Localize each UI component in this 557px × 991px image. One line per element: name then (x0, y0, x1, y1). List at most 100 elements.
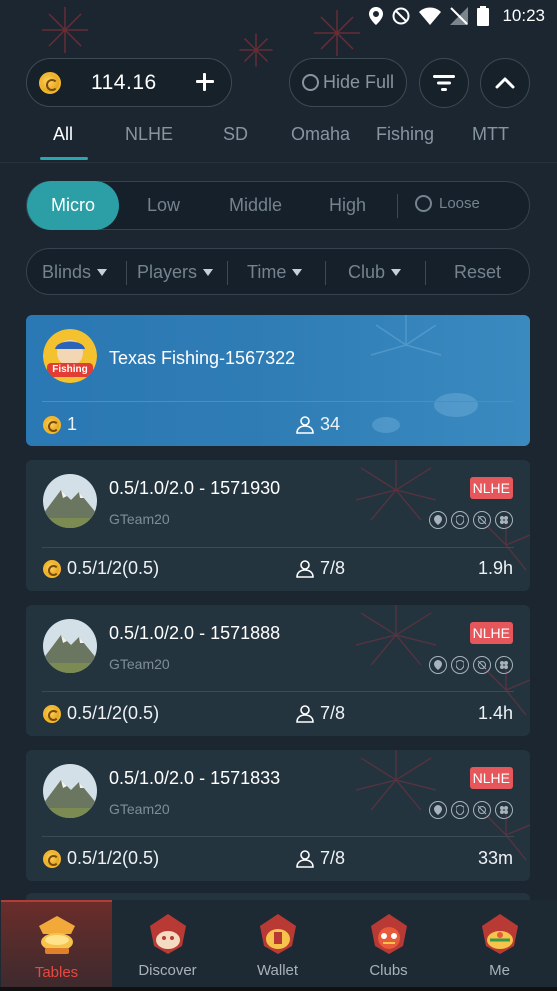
club-avatar (43, 619, 97, 673)
signal-icon (450, 7, 469, 25)
player-count-value: 7/8 (320, 703, 346, 723)
clock: 10:23 (502, 6, 545, 25)
tab-omaha[interactable]: Omaha (291, 124, 350, 145)
club-avatar (43, 764, 97, 818)
level-middle[interactable]: Middle (229, 195, 282, 216)
divider (397, 194, 398, 218)
nav-discover[interactable]: Discover (112, 900, 223, 987)
club-avatar (43, 474, 97, 528)
tab-fishing[interactable]: Fishing (376, 124, 434, 145)
person-icon (296, 559, 314, 578)
filter-bar: Blinds Players Time Club Reset (26, 248, 530, 295)
radio-icon (415, 195, 432, 212)
firework-decoration (239, 33, 273, 67)
hide-full-label: Hide Full (322, 72, 395, 92)
nav-label: Wallet (256, 962, 299, 979)
nav-label: Me (489, 962, 510, 979)
loose-toggle[interactable]: Loose (415, 195, 480, 212)
radio-icon (301, 74, 319, 91)
active-tab-indicator (40, 157, 88, 160)
person-icon (296, 849, 314, 868)
shield-icon (451, 656, 469, 674)
chevron-up-icon (495, 77, 515, 89)
nav-clubs[interactable]: Clubs (333, 900, 444, 987)
blinds-info: 0.5/1/2(0.5) (43, 848, 159, 869)
table-card[interactable]: 0.5/1.0/2.0 - 1571888 GTeam20 NLHE 0.5/1… (26, 605, 530, 736)
coin-icon (39, 71, 61, 94)
nav-label: Tables (34, 964, 79, 981)
table-title: 0.5/1.0/2.0 - 1571930 (109, 478, 281, 498)
tab-mtt[interactable]: MTT (472, 124, 509, 145)
shield-icon (451, 511, 469, 529)
tables-icon (39, 916, 75, 954)
tab-all[interactable]: All (53, 124, 73, 145)
sort-button[interactable] (419, 58, 469, 108)
players-filter[interactable]: Players (137, 262, 214, 283)
divider (42, 836, 514, 837)
coin-icon (43, 559, 61, 578)
blinds-filter[interactable]: Blinds (42, 262, 108, 283)
divider (42, 401, 514, 402)
collapse-button[interactable] (480, 58, 530, 108)
discover-icon (150, 914, 186, 954)
caret-down-icon (97, 269, 108, 276)
table-card[interactable]: 0.5/1.0/2.0 - 1571833 GTeam20 NLHE 0.5/1… (26, 750, 530, 881)
caret-down-icon (391, 269, 402, 276)
blinds-info: 0.5/1/2(0.5) (43, 703, 159, 724)
no-broadcast-icon (473, 656, 491, 674)
balance-pill[interactable]: 114.16 (26, 58, 232, 107)
hide-full-toggle[interactable]: Hide Full (289, 58, 407, 107)
wallet-icon (260, 914, 296, 954)
balance-value: 114.16 (91, 70, 157, 94)
game-type-badge: NLHE (469, 477, 513, 499)
buyin-info: 1 (43, 414, 77, 435)
blinds-value: 0.5/1/2(0.5) (67, 558, 160, 578)
no-broadcast-icon (473, 511, 491, 529)
players-filter-label: Players (137, 262, 198, 282)
divider (0, 162, 557, 163)
nav-label: Discover (138, 962, 197, 979)
nav-me[interactable]: Me (444, 900, 555, 987)
club-name: GTeam20 (109, 511, 170, 527)
system-nav-strip (0, 987, 557, 991)
reset-button[interactable]: Reset (454, 262, 501, 283)
table-feature-icons (429, 656, 513, 674)
nav-wallet[interactable]: Wallet (222, 900, 333, 987)
table-title: 0.5/1.0/2.0 - 1571888 (109, 623, 281, 643)
time-filter-label: Time (247, 262, 287, 282)
time-filter[interactable]: Time (247, 262, 303, 283)
table-feature-icons (429, 511, 513, 529)
table-title: Texas Fishing-1567322 (109, 348, 296, 368)
nav-label: Clubs (369, 962, 408, 979)
add-funds-button[interactable] (193, 70, 217, 94)
level-low[interactable]: Low (147, 195, 180, 216)
bottom-nav: Tables Discover Wallet Clubs Me (0, 900, 557, 991)
gps-restriction-icon (429, 801, 447, 819)
player-count-value: 34 (320, 414, 341, 434)
divider (325, 261, 326, 285)
featured-table-card[interactable]: Fishing Texas Fishing-1567322 1 34 (26, 315, 530, 446)
level-high[interactable]: High (329, 195, 366, 216)
table-feature-icons (429, 801, 513, 819)
gps-restriction-icon (429, 656, 447, 674)
table-card[interactable]: 0.5/1.0/2.0 - 1571930 GTeam20 NLHE 0.5/1… (26, 460, 530, 591)
game-type-tabs: All NLHE SD Omaha Fishing MTT (20, 120, 537, 160)
level-micro[interactable]: Micro (27, 181, 119, 230)
club-filter[interactable]: Club (348, 262, 402, 283)
blinds-value: 0.5/1/2(0.5) (67, 848, 160, 868)
player-count-value: 7/8 (320, 558, 346, 578)
divider (126, 261, 127, 285)
blinds-value: 0.5/1/2(0.5) (67, 703, 160, 723)
nav-tables[interactable]: Tables (1, 900, 112, 987)
tab-sd[interactable]: SD (223, 124, 248, 145)
tab-nlhe[interactable]: NLHE (125, 124, 173, 145)
divider (42, 691, 514, 692)
clover-icon (495, 801, 513, 819)
caret-down-icon (292, 269, 303, 276)
club-name: GTeam20 (109, 801, 170, 817)
clubs-icon (371, 914, 407, 954)
gps-restriction-icon (429, 511, 447, 529)
table-title: 0.5/1.0/2.0 - 1571833 (109, 768, 281, 788)
wifi-icon (419, 7, 442, 25)
coin-icon (43, 415, 61, 434)
